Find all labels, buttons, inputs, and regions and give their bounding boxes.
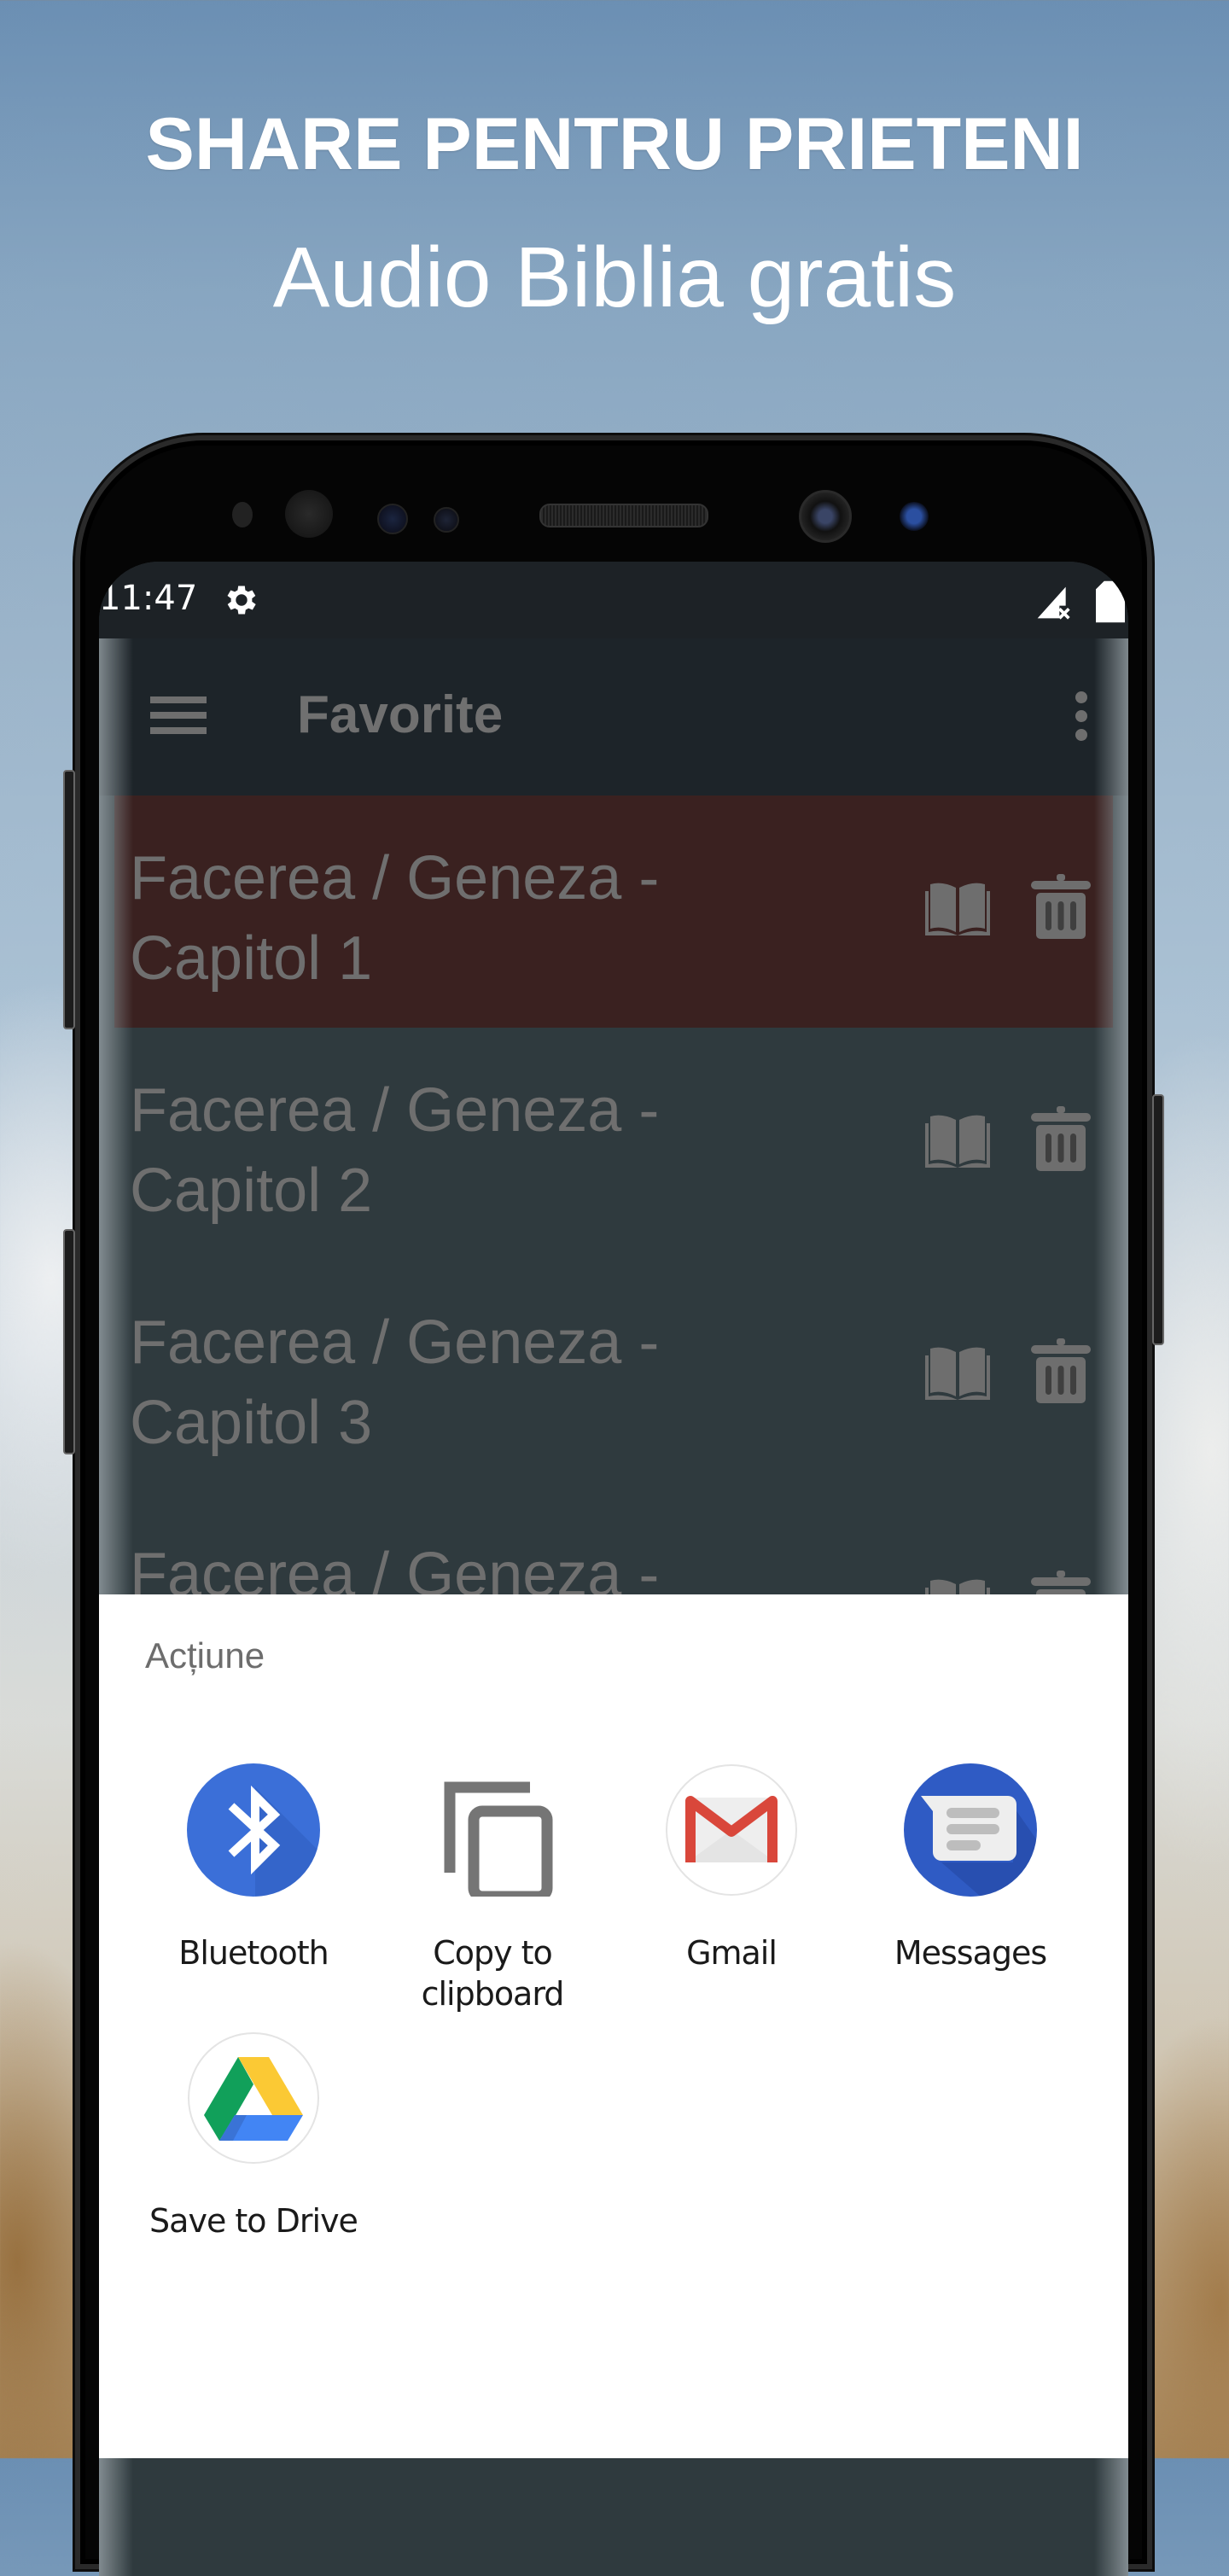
share-target-label: Bluetooth — [178, 1934, 329, 1972]
app-bar: Favorite — [99, 638, 1128, 796]
signal-no-service-icon — [1037, 586, 1070, 620]
favorite-row[interactable]: Facerea / Geneza - Capitol 3 — [99, 1260, 1128, 1494]
hamburger-menu-icon[interactable] — [150, 696, 207, 734]
share-target-label: Messages — [894, 1934, 1047, 1972]
bixby-button — [63, 1229, 75, 1454]
gmail-icon — [665, 1763, 798, 1897]
messages-icon — [904, 1763, 1037, 1897]
share-target-label: Save to Drive — [149, 2202, 358, 2240]
share-target-drive[interactable]: Save to Drive — [134, 2031, 373, 2241]
gear-icon — [227, 586, 256, 615]
volume-button — [63, 770, 75, 1029]
favorite-title-line1: Facerea / Geneza - — [130, 1308, 660, 1377]
power-button — [1152, 1094, 1164, 1345]
open-book-icon[interactable] — [923, 1113, 992, 1169]
favorite-row[interactable]: Facerea / Geneza - Capitol 2 — [99, 1028, 1128, 1262]
open-book-icon[interactable] — [923, 1345, 992, 1402]
promo-subline: Audio Biblia gratis — [272, 230, 957, 325]
more-vert-icon[interactable] — [1075, 691, 1087, 741]
share-target-label: Copy to clipboard — [421, 1934, 565, 2013]
share-target-copy[interactable]: Copy to clipboard — [373, 1763, 612, 2014]
trash-icon[interactable] — [1031, 1338, 1091, 1403]
favorite-title-line2: Capitol 2 — [130, 1157, 373, 1225]
battery-icon — [1096, 580, 1125, 623]
bluetooth-icon — [187, 1763, 320, 1897]
favorite-row[interactable]: Facerea / Geneza - Capitol 1 — [114, 796, 1113, 1029]
google-drive-icon — [187, 2031, 320, 2165]
trash-icon[interactable] — [1031, 1106, 1091, 1171]
front-camera — [799, 490, 852, 543]
favorite-title: Facerea / Geneza - Capitol 2 — [130, 1070, 727, 1231]
trash-icon[interactable] — [1031, 874, 1091, 939]
status-time: 11:47 — [99, 579, 198, 618]
promo-headline: SHARE PENTRU PRIETENI — [145, 103, 1084, 185]
share-target-messages[interactable]: Messages — [851, 1763, 1090, 1973]
favorite-title-line2: Capitol 3 — [130, 1389, 373, 1457]
proximity-sensor — [232, 502, 253, 527]
favorite-title: Facerea / Geneza - Capitol 1 — [130, 838, 727, 999]
share-sheet-title: Acțiune — [145, 1635, 265, 1676]
favorite-title-line2: Capitol 1 — [130, 924, 373, 993]
favorite-title-line1: Facerea / Geneza - — [130, 844, 660, 912]
iris-camera — [900, 502, 929, 531]
favorite-title-line1: Facerea / Geneza - — [130, 1076, 660, 1145]
page-title: Favorite — [297, 685, 504, 744]
share-target-label: Gmail — [686, 1934, 778, 1972]
iris-sensor — [285, 490, 333, 538]
copy-icon — [426, 1763, 559, 1903]
favorite-title: Facerea / Geneza - Capitol 3 — [130, 1303, 727, 1463]
share-target-gmail[interactable]: Gmail — [612, 1763, 851, 1973]
open-book-icon[interactable] — [923, 881, 992, 937]
earpiece-speaker — [539, 504, 708, 527]
status-bar: 11:47 — [99, 562, 1128, 638]
share-target-bluetooth[interactable]: Bluetooth — [134, 1763, 373, 1973]
sensor-dot — [377, 504, 408, 534]
sensor-dot-small — [434, 507, 459, 533]
share-sheet: Acțiune Bluetooth Copy to clipboard Gmai… — [99, 1594, 1128, 2458]
